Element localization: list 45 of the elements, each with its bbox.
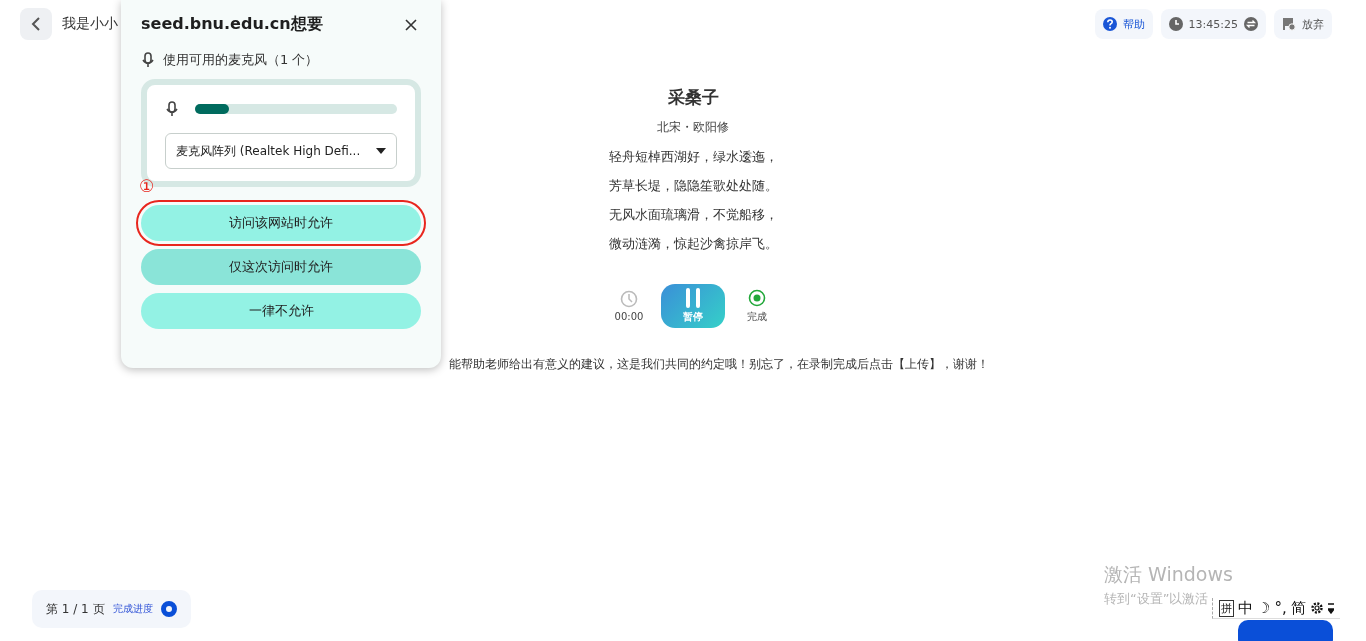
pause-icon (684, 288, 702, 308)
quit-button[interactable]: 放弃 (1274, 9, 1332, 39)
progress-ring-icon[interactable] (160, 601, 177, 617)
activation-text: 转到“设置”以激活 (1104, 590, 1210, 608)
record-dot-icon (748, 288, 766, 307)
page-title: 我是小小 (62, 15, 118, 33)
progress-label: 完成进度 (112, 602, 153, 616)
menu-icon[interactable] (1327, 602, 1334, 614)
microphone-icon (141, 52, 155, 68)
clock-icon (1168, 17, 1183, 31)
notice-text: 能帮助老师给出有意义的建议，这是我们共同的约定哦！别忘了，在录制完成后点击【上传】，谢谢！ (449, 356, 989, 373)
permission-button[interactable]: 仅这次访问时允许 (141, 249, 421, 285)
poem-author: 北宋・欧阳修 (657, 119, 729, 136)
poem-title: 采桑子 (667, 86, 719, 109)
permission-request: 使用可用的麦克风（1 个） (163, 51, 319, 69)
timer-text: 13:45:25 (1188, 17, 1238, 31)
page-number: 第 1 / 1 页 (46, 600, 105, 618)
ime-toggle[interactable]: 拼 (1219, 599, 1234, 617)
popup-title: seed.bnu.edu.cn想要 (141, 14, 323, 35)
flag-icon (1282, 17, 1296, 31)
chevron-left-icon (31, 16, 41, 32)
permission-button[interactable]: 一律不允许 (141, 293, 421, 329)
microphone-dropdown[interactable]: 麦克风阵列 (Realtek High Defi... (165, 133, 397, 169)
poem-line: 微动涟漪，惊起沙禽掠岸飞。 (608, 235, 778, 253)
activation-title: 激活 Windows (1104, 562, 1233, 587)
clock-icon (620, 290, 638, 308)
help-button[interactable]: 帮助 (1094, 9, 1153, 39)
elapsed-time: 00:00 (614, 311, 644, 322)
caret-down-icon (376, 148, 386, 154)
annotation-number: ① (139, 176, 155, 196)
poem-line: 芳草长堤，隐隐笙歌处处随。 (608, 177, 778, 195)
ime-toggle[interactable]: ☽ (1257, 599, 1271, 617)
poem-line: 轻舟短棹西湖好，绿水逶迤， (608, 148, 778, 166)
help-icon (1102, 17, 1117, 31)
close-icon (405, 18, 417, 31)
microphone-icon (165, 101, 179, 117)
partial-button[interactable] (1238, 620, 1333, 641)
poem-line: 无风水面琉璃滑，不觉船移， (608, 206, 778, 224)
swap-icon[interactable] (1244, 17, 1258, 31)
ime-toggle[interactable]: 中 (1238, 598, 1253, 618)
back-button[interactable] (20, 8, 52, 40)
ime-toggle[interactable]: 简 (1290, 598, 1306, 618)
settings-icon[interactable] (1309, 601, 1324, 615)
ime-toggle[interactable]: °, (1274, 599, 1287, 617)
finish-button[interactable]: 完成 (737, 287, 777, 325)
